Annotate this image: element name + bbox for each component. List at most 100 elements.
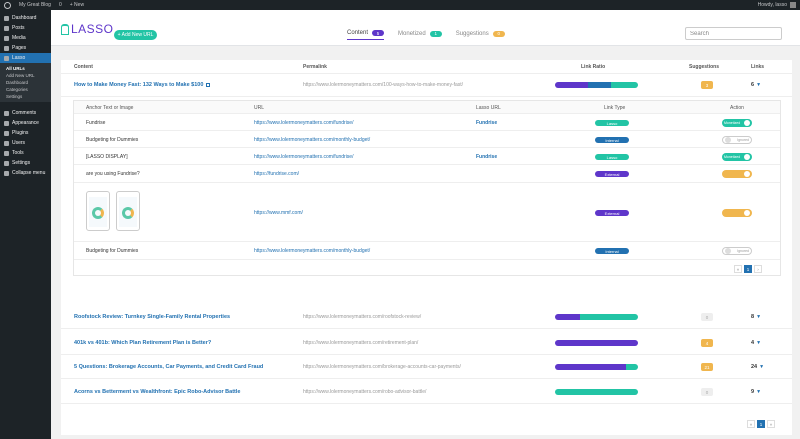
wordpress-logo-icon[interactable] — [4, 1, 11, 9]
detail-row: Budgeting for Dummies https://www.lolermo… — [74, 242, 780, 260]
permalink[interactable]: https://www.lolermoneymatters.com/100-wa… — [303, 82, 463, 88]
sidebar-item-comments[interactable]: Comments — [0, 108, 51, 118]
link-url[interactable]: https://fundrise.com/ — [254, 171, 299, 177]
link-url[interactable]: https://www.lolermoneymatters.com/monthl… — [254, 137, 370, 143]
add-new-url-button[interactable]: + Add New URL — [114, 30, 157, 40]
sidebar-item-users[interactable]: Users — [0, 138, 51, 148]
chevron-down-icon[interactable]: ▼ — [756, 82, 761, 88]
toggle-label: Ignored — [737, 138, 749, 142]
submenu-item[interactable]: All URLs — [0, 65, 51, 72]
anchor-image — [86, 191, 110, 231]
post-title-link[interactable]: 5 Questions: Brokerage Accounts, Car Pay… — [74, 364, 263, 370]
current-page[interactable]: 1 — [744, 265, 752, 273]
sidebar-item-media[interactable]: Media — [0, 33, 51, 43]
tab-label: Monetized — [398, 30, 426, 37]
col-link-ratio: Link Ratio — [581, 64, 606, 70]
links-count-toggle[interactable]: 9 ▼ — [751, 389, 761, 395]
post-title-link[interactable]: Roofstock Review: Turnkey Single-Family … — [74, 314, 230, 320]
links-count-toggle[interactable]: 24 ▼ — [751, 364, 764, 370]
link-url[interactable]: https://www.lolermoneymatters.com/monthl… — [254, 248, 370, 254]
sidebar-item-tools[interactable]: Tools — [0, 148, 51, 158]
lasso-url-link[interactable]: Fundrise — [476, 120, 497, 126]
submenu-item[interactable]: Categories — [0, 86, 51, 93]
post-title-link[interactable]: Acorns vs Betterment vs Wealthfront: Epi… — [74, 389, 240, 395]
chevron-down-icon[interactable]: ▼ — [756, 314, 761, 320]
tab-suggestions[interactable]: Suggestions 0 — [456, 30, 505, 40]
anchor-text: Budgeting for Dummies — [86, 248, 139, 254]
tab-monetized[interactable]: Monetized 1 — [398, 30, 442, 40]
permalink[interactable]: https://www.lolermoneymatters.com/retire… — [303, 340, 418, 346]
comments-count[interactable]: 0 — [59, 2, 62, 8]
cactus-icon — [61, 23, 69, 35]
detail-header: Anchor Text or Image URL Lasso URL Link … — [74, 101, 780, 114]
prev-page-button[interactable]: « — [734, 265, 742, 273]
link-ratio-segment — [588, 82, 612, 88]
search-input[interactable] — [685, 27, 782, 40]
sidebar-item-collapse-menu[interactable]: Collapse menu — [0, 168, 51, 178]
tab-content[interactable]: Content 5 — [347, 30, 385, 40]
last-page-button[interactable]: » — [767, 420, 775, 428]
link-type-badge: External — [595, 171, 629, 177]
prev-page-button[interactable]: « — [747, 420, 755, 428]
sidebar-item-lasso[interactable]: Lasso — [0, 53, 51, 63]
sidebar-item-settings[interactable]: Settings — [0, 158, 51, 168]
admin-sidebar: Dashboard Posts Media Pages Lasso All URLs Ad… — [0, 10, 51, 439]
action-toggle[interactable]: Monetized — [722, 153, 752, 161]
current-page[interactable]: 1 — [757, 420, 765, 428]
chevron-down-icon[interactable]: ▼ — [756, 389, 761, 395]
col-lasso-url: Lasso URL — [476, 105, 501, 111]
action-toggle[interactable] — [722, 209, 752, 217]
sidebar-item-label: Pages — [12, 45, 27, 51]
table-pagination: « 1 » — [747, 420, 775, 428]
col-action: Action — [730, 105, 744, 111]
new-menu[interactable]: + New — [70, 2, 84, 8]
external-link-icon[interactable] — [206, 83, 211, 87]
post-title-link[interactable]: How to Make Money Fast: 132 Ways to Make… — [74, 82, 211, 88]
sidebar-item-pages[interactable]: Pages — [0, 43, 51, 53]
sidebar-item-dashboard[interactable]: Dashboard — [0, 13, 51, 23]
avatar[interactable] — [790, 2, 796, 8]
detail-row: [LASSO DISPLAY] https://www.lolermoneymat… — [74, 148, 780, 165]
link-ratio-segment — [555, 340, 638, 346]
links-count-toggle[interactable]: 6 ▼ — [751, 82, 761, 88]
sidebar-item-appearance[interactable]: Appearance — [0, 118, 51, 128]
anchor-text: [LASSO DISPLAY] — [86, 154, 128, 160]
action-toggle[interactable]: Ignored — [722, 247, 752, 255]
link-url[interactable]: https://www.mmf.com/ — [254, 210, 303, 216]
link-url[interactable]: https://www.lolermoneymatters.com/fundri… — [254, 154, 353, 160]
col-content: Content — [74, 64, 93, 70]
post-title-link[interactable]: 401k vs 401b: Which Plan Retirement Plan… — [74, 340, 211, 346]
action-toggle[interactable]: Monetized — [722, 119, 752, 127]
links-count: 8 — [751, 314, 755, 320]
chevron-down-icon[interactable]: ▼ — [756, 340, 761, 346]
action-toggle[interactable] — [722, 170, 752, 178]
links-count-toggle[interactable]: 4 ▼ — [751, 340, 761, 346]
link-type-badge: External — [595, 210, 629, 216]
suggestions-badge[interactable]: 3 — [701, 81, 713, 89]
submenu-item[interactable]: Dashboard — [0, 79, 51, 86]
submenu-item[interactable]: Settings — [0, 93, 51, 100]
toggle-knob — [744, 120, 750, 126]
tab-count-badge: 1 — [429, 30, 442, 37]
link-ratio-segment — [555, 82, 589, 88]
sidebar-item-posts[interactable]: Posts — [0, 23, 51, 33]
sidebar-item-plugins[interactable]: Plugins — [0, 128, 51, 138]
suggestions-badge[interactable]: 21 — [701, 363, 713, 371]
link-url[interactable]: https://www.lolermoneymatters.com/fundri… — [254, 120, 353, 126]
permalink[interactable]: https://www.lolermoneymatters.com/broker… — [303, 364, 461, 370]
permalink[interactable]: https://www.lolermoneymatters.com/robo-a… — [303, 389, 426, 395]
site-name[interactable]: My Great Blog — [19, 2, 51, 8]
sidebar-item-label: Tools — [12, 150, 24, 156]
action-toggle[interactable]: Ignored — [722, 136, 752, 144]
next-page-button[interactable]: › — [754, 265, 762, 273]
chevron-down-icon[interactable]: ▼ — [759, 364, 764, 370]
toggle-knob — [744, 210, 750, 216]
lasso-url-link[interactable]: Fundrise — [476, 154, 497, 160]
submenu-item[interactable]: Add New URL — [0, 72, 51, 79]
suggestions-badge[interactable]: 4 — [701, 339, 713, 347]
permalink[interactable]: https://www.lolermoneymatters.com/roofst… — [303, 314, 421, 320]
howdy-user[interactable]: Howdy, lasso — [758, 2, 787, 8]
links-count-toggle[interactable]: 8 ▼ — [751, 314, 761, 320]
suggestions-badge[interactable]: 0 — [701, 388, 713, 396]
suggestions-badge[interactable]: 0 — [701, 313, 713, 321]
